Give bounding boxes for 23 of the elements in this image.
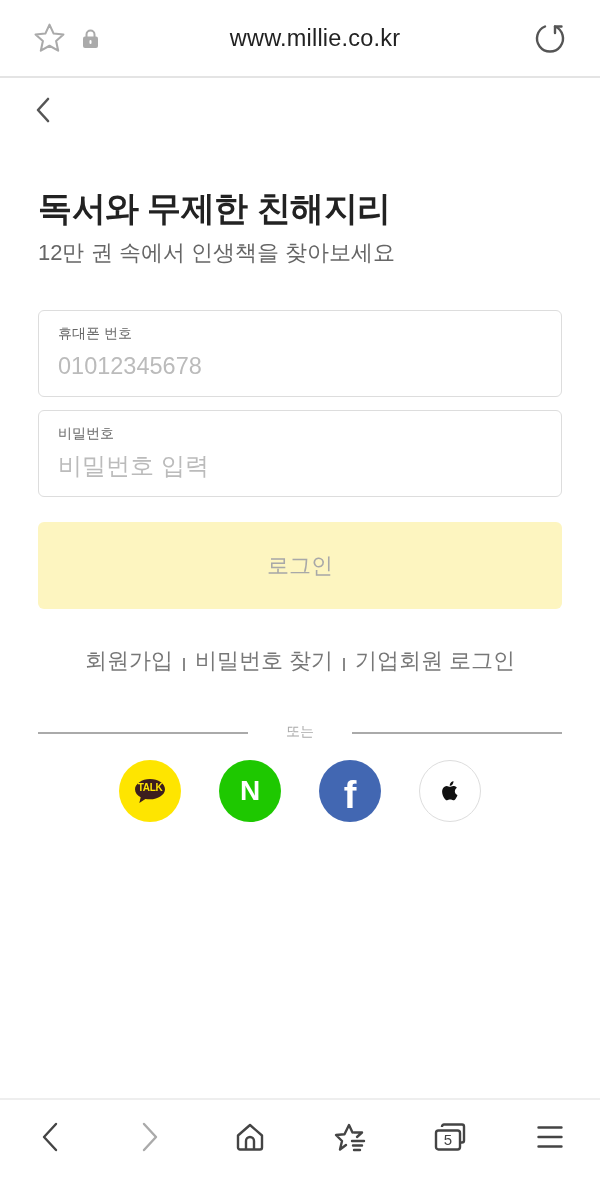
back-icon[interactable] <box>36 97 50 123</box>
social-login-button[interactable]: TALK <box>119 760 181 822</box>
account-link[interactable]: 비밀번호 찾기 <box>194 646 333 676</box>
page-title: 독서와 무제한 친해지리 <box>38 189 392 229</box>
divider-label: 또는 <box>285 723 315 741</box>
account-link[interactable]: 기업회원 로그인 <box>354 646 515 676</box>
star-icon[interactable] <box>34 23 65 53</box>
social-login-button[interactable]: N <box>219 760 281 822</box>
tabs-button[interactable]: 5 <box>434 1123 466 1151</box>
field-label: 비밀번호 <box>58 424 114 443</box>
url-text[interactable]: www.millie.co.kr <box>229 24 401 52</box>
refresh-icon[interactable] <box>534 22 566 54</box>
back-icon[interactable] <box>42 1122 58 1152</box>
apple-icon <box>441 780 459 802</box>
page-subtitle: 12만 권 속에서 인생책을 찾아보세요 <box>38 239 396 267</box>
field-label: 휴대폰 번호 <box>58 324 132 343</box>
account-link[interactable]: 회원가입 <box>85 646 174 676</box>
social-login-button[interactable]: f <box>319 760 381 822</box>
bookmark-list-icon[interactable] <box>334 1122 366 1152</box>
home-icon[interactable] <box>235 1122 265 1152</box>
tabs-icon <box>434 1123 466 1151</box>
speech-bubble-icon <box>134 778 166 804</box>
menu-icon[interactable] <box>537 1125 563 1149</box>
